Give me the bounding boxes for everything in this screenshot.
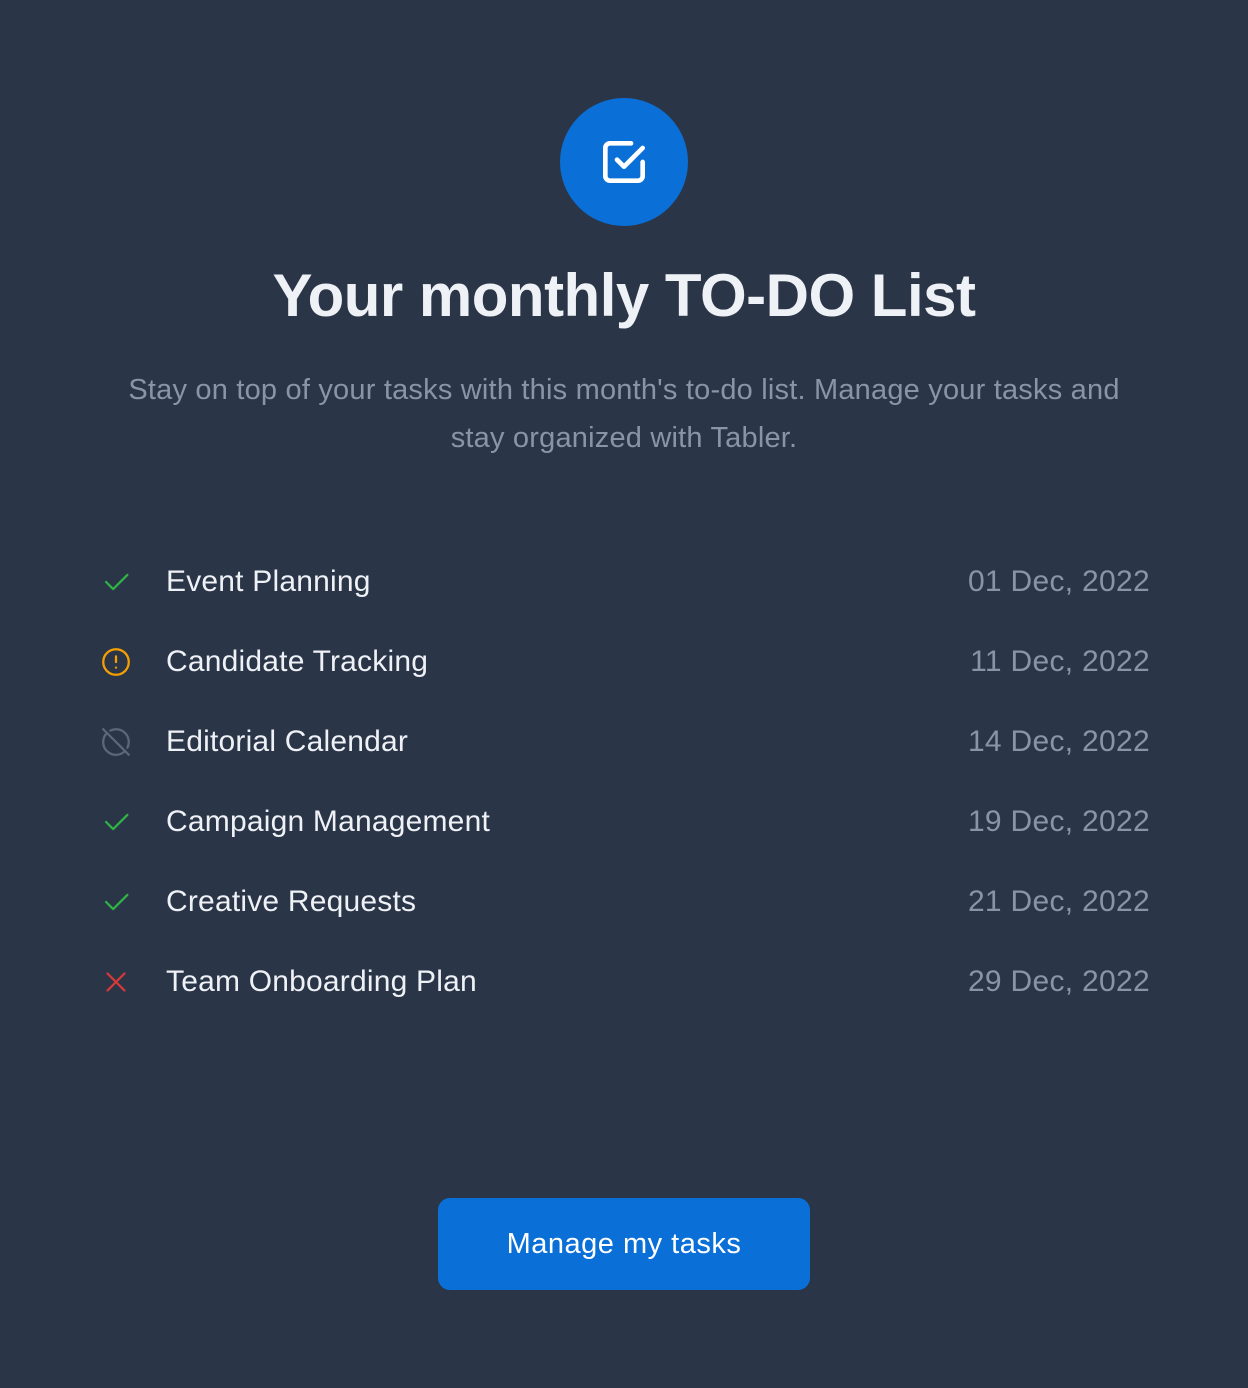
hero-icon-badge (560, 98, 688, 226)
task-name: Campaign Management (166, 805, 490, 838)
task-date: 19 Dec, 2022 (967, 805, 1150, 838)
task-date: 21 Dec, 2022 (967, 885, 1150, 918)
task-date: 11 Dec, 2022 (970, 645, 1150, 678)
check-icon (104, 573, 129, 591)
task-row[interactable]: Creative Requests 21 Dec, 2022 (98, 862, 1150, 942)
page-title: Your monthly TO-DO List (272, 262, 976, 329)
task-name: Event Planning (166, 565, 371, 598)
task-row[interactable]: Team Onboarding Plan 29 Dec, 2022 (98, 942, 1150, 1022)
task-row[interactable]: Campaign Management 19 Dec, 2022 (98, 782, 1150, 862)
check-icon (104, 893, 129, 911)
task-name: Team Onboarding Plan (166, 965, 477, 998)
alert-circle-icon (102, 648, 130, 676)
status-icon-container (98, 964, 134, 1000)
task-date: 29 Dec, 2022 (967, 965, 1150, 998)
checkbox-icon (603, 141, 645, 184)
task-name: Candidate Tracking (166, 645, 429, 678)
status-icon-container (98, 884, 134, 920)
task-row[interactable]: Event Planning 01 Dec, 2022 (98, 542, 1150, 622)
task-name: Creative Requests (166, 885, 417, 918)
task-name: Editorial Calendar (166, 725, 409, 758)
page-subtitle: Stay on top of your tasks with this mont… (128, 374, 1120, 454)
status-icon-container (98, 804, 134, 840)
manage-tasks-button[interactable]: Manage my tasks (438, 1198, 810, 1290)
x-icon (106, 972, 126, 992)
task-date: 14 Dec, 2022 (967, 725, 1150, 758)
status-icon-container (98, 644, 134, 680)
check-icon (104, 813, 129, 831)
task-row[interactable]: Candidate Tracking 11 Dec, 2022 (98, 622, 1150, 702)
circle-off-icon (102, 728, 130, 756)
status-icon-container (98, 564, 134, 600)
status-icon-container (98, 724, 134, 760)
task-list: Event Planning 01 Dec, 2022 Candidate Tr… (98, 542, 1150, 1022)
task-date: 01 Dec, 2022 (967, 565, 1150, 598)
task-row[interactable]: Editorial Calendar 14 Dec, 2022 (98, 702, 1150, 782)
todo-card: Your monthly TO-DO List Stay on top of y… (0, 0, 1248, 1388)
